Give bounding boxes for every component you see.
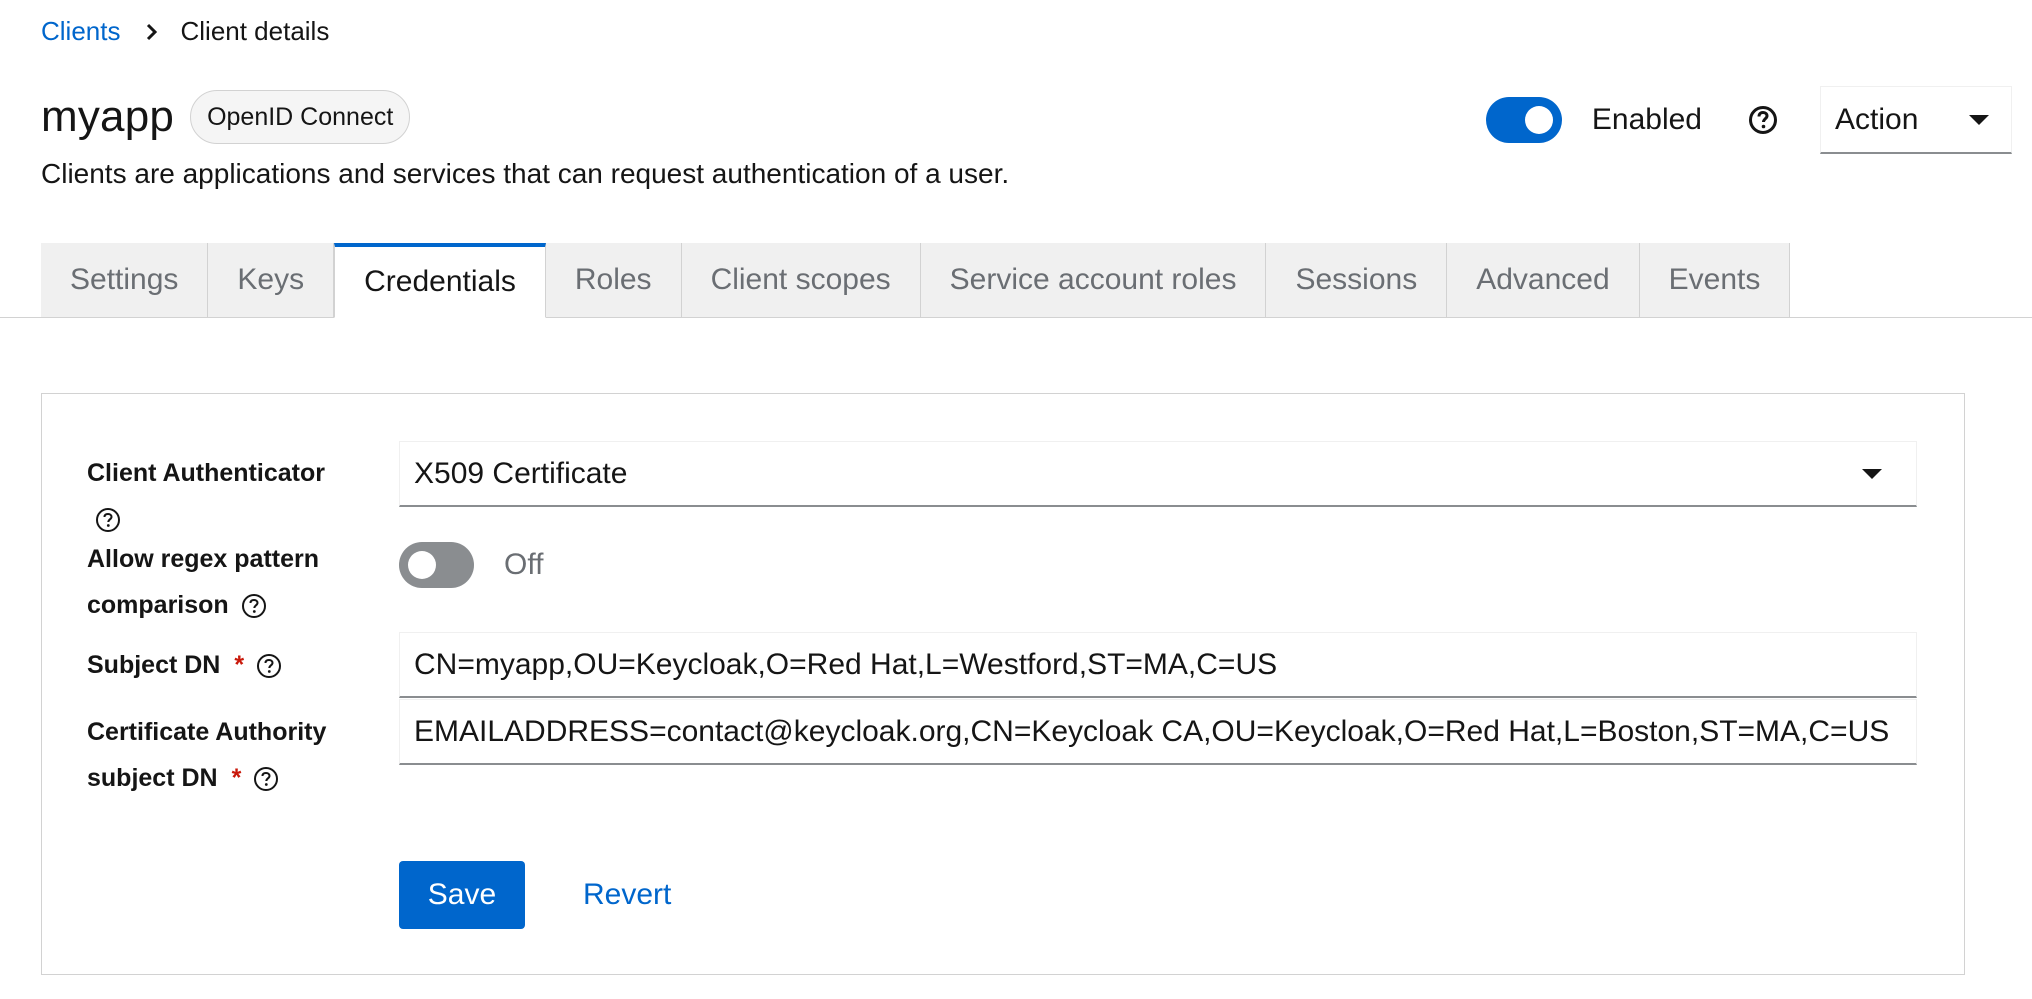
client-authenticator-label-text: Client Authenticator [87,459,325,487]
tab-events[interactable]: Events [1639,243,1791,318]
page-description: Clients are applications and services th… [41,158,1010,189]
client-authenticator-select[interactable]: X509 Certificate [399,441,1917,507]
ca-subject-dn-input[interactable] [399,699,1917,765]
allow-regex-label-line2: comparison [87,591,229,619]
subject-dn-label-text: Subject DN [87,651,221,679]
tab-sessions[interactable]: Sessions [1266,243,1448,318]
subject-dn-input[interactable] [399,632,1917,698]
toggle-knob [408,551,436,579]
help-outline-icon[interactable] [253,766,279,792]
page-title: myapp [41,92,175,141]
protocol-badge: OpenID Connect [190,90,411,144]
question-circle-icon[interactable] [1746,103,1780,137]
chevron-right-icon [146,23,158,41]
help-outline-icon[interactable] [256,653,282,679]
enabled-toggle[interactable] [1485,97,1562,143]
title-row: myapp OpenID Connect [41,90,411,144]
help-outline-icon[interactable] [241,593,267,619]
tab-roles[interactable]: Roles [545,243,682,318]
breadcrumb-current: Client details [180,16,330,46]
ca-subject-dn-label-line2: subject DN [87,764,218,792]
breadcrumb-clients-link[interactable]: Clients [41,16,120,47]
required-mark: * [231,764,242,792]
allow-regex-state-label: Off [504,548,544,581]
client-details-page: Clients Client details myapp OpenID Conn… [0,0,2032,999]
subject-dn-label: Subject DN * [87,642,282,688]
save-button[interactable]: Save [399,861,525,929]
required-mark: * [234,651,245,679]
enabled-label: Enabled [1591,103,1702,136]
tab-list: Settings Keys Credentials Roles Client s… [41,243,1791,318]
client-authenticator-value: X509 Certificate [414,456,628,490]
ca-subject-dn-label: Certificate Authority subject DN * [87,709,326,801]
caret-down-icon [1862,468,1882,479]
revert-button[interactable]: Revert [583,861,671,929]
tab-client-scopes[interactable]: Client scopes [681,243,921,318]
allow-regex-label-line1: Allow regex pattern [87,545,319,573]
tab-settings[interactable]: Settings [41,243,209,318]
client-authenticator-label: Client Authenticator [87,450,325,542]
allow-regex-label: Allow regex pattern comparison [87,536,319,628]
tab-credentials[interactable]: Credentials [334,243,546,318]
tab-keys[interactable]: Keys [208,243,335,318]
allow-regex-switch-row: Off [399,542,543,588]
tab-service-account-roles[interactable]: Service account roles [920,243,1267,318]
credentials-form-card: Client Authenticator X509 Certificate Al… [41,393,1965,975]
action-dropdown[interactable]: Action [1820,86,2012,154]
toggle-knob [1524,106,1553,134]
action-dropdown-label: Action [1835,102,1919,136]
caret-down-icon [1969,114,1989,125]
ca-subject-dn-label-line1: Certificate Authority [87,718,327,746]
header-actions: Enabled Action [1485,86,2012,154]
tab-advanced[interactable]: Advanced [1447,243,1640,318]
allow-regex-toggle[interactable] [399,542,474,588]
help-outline-icon[interactable] [95,507,121,533]
breadcrumb: Clients Client details [41,16,329,47]
